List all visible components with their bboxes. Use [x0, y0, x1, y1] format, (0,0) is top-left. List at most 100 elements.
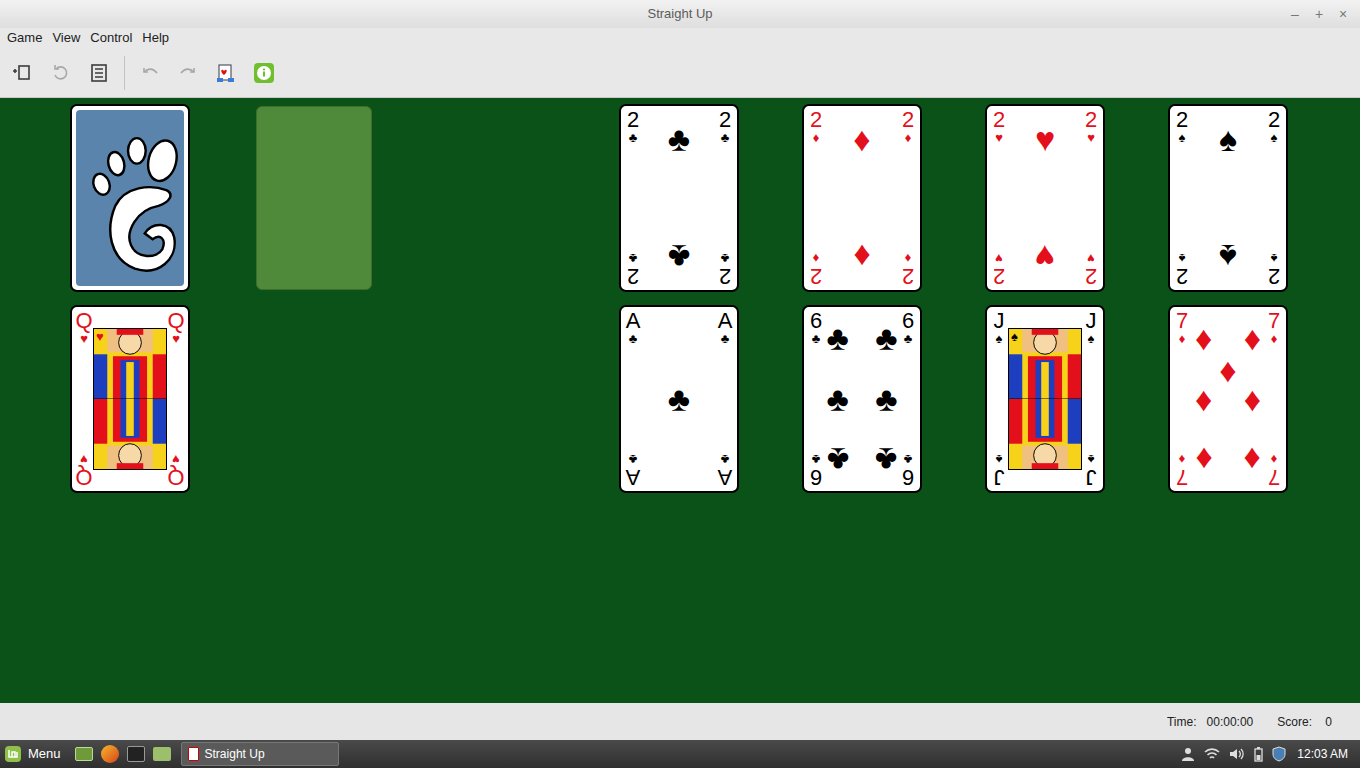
- undo-icon: [140, 63, 160, 83]
- app-card-icon: [188, 747, 199, 761]
- waste-slot[interactable]: [256, 106, 372, 290]
- card-corner: 6♣: [899, 310, 917, 346]
- toolbar-separator: [124, 56, 125, 90]
- card-pip: ♣: [826, 443, 848, 477]
- card-corner: 7♦: [1173, 452, 1191, 488]
- card[interactable]: J♠J♠J♠J♠♠: [985, 305, 1105, 493]
- toolbar-button[interactable]: [207, 54, 245, 92]
- show-desktop-icon[interactable]: [75, 747, 93, 761]
- window-controls: –+ ×: [1288, 0, 1350, 28]
- card-corner: 2♠: [1173, 109, 1191, 145]
- shield-icon[interactable]: [1272, 746, 1286, 762]
- user-icon[interactable]: [1181, 747, 1195, 761]
- redo-icon: [178, 63, 198, 83]
- card-corner: 2♦: [899, 251, 917, 287]
- toolbar-button[interactable]: [245, 54, 283, 92]
- card-pip: ♦: [853, 240, 870, 274]
- status-bar: Time: 00:00:00 Score: 0: [0, 703, 1360, 740]
- card[interactable]: 2♣2♣2♣2♣♣♣: [619, 104, 739, 292]
- card-corner: A♣: [624, 452, 642, 488]
- card[interactable]: A♣ A♣ A♣ A♣ ♣: [619, 305, 739, 493]
- card-corner: 2♣: [716, 109, 734, 145]
- toolbar-button[interactable]: [42, 54, 80, 92]
- card-corner: 6♣: [899, 452, 917, 488]
- card-corner: 2♦: [807, 251, 825, 287]
- volume-icon[interactable]: [1229, 747, 1245, 761]
- terminal-icon[interactable]: [127, 746, 145, 762]
- card-corner: Q♥: [75, 310, 93, 346]
- card-pip: ♣: [668, 382, 690, 416]
- card-pip: ♣: [875, 443, 897, 477]
- card-pip: ♦: [853, 122, 870, 156]
- card[interactable]: 2♥2♥2♥2♥♥♥: [985, 104, 1105, 292]
- toolbar-button[interactable]: [131, 54, 169, 92]
- battery-icon[interactable]: [1254, 747, 1263, 762]
- restart-icon: [51, 63, 71, 83]
- firefox-icon[interactable]: [101, 745, 119, 763]
- window-title: Straight Up: [647, 4, 712, 24]
- card-pip: ♦: [1195, 443, 1212, 477]
- time-display: Time: 00:00:00: [1167, 713, 1253, 731]
- card[interactable]: 2♠2♠2♠2♠♠♠: [1168, 104, 1288, 292]
- card-corner: 2♣: [624, 251, 642, 287]
- window-control-button[interactable]: +: [1312, 4, 1326, 25]
- card-corner: A♣: [716, 310, 734, 346]
- card-pip: ♦: [1219, 353, 1236, 387]
- start-menu-button[interactable]: Menu: [4, 744, 69, 764]
- card-corner: 7♦: [1265, 452, 1283, 488]
- card-pip: ♦: [1244, 321, 1261, 355]
- court-figure: ♥: [93, 328, 167, 470]
- wifi-icon[interactable]: [1204, 747, 1220, 761]
- card-corner: 7♦: [1173, 310, 1191, 346]
- card-corner: J♠: [990, 310, 1008, 346]
- card-pip: ♣: [826, 382, 848, 416]
- card-corner: Q♥: [167, 452, 185, 488]
- card-corner: Q♥: [167, 310, 185, 346]
- menu-item[interactable]: View: [47, 28, 85, 48]
- card-pip: ♥: [1035, 122, 1055, 156]
- card-corner: 2♥: [990, 251, 1008, 287]
- menu-item[interactable]: Control: [85, 28, 137, 48]
- taskbar: Menu Straight Up 12:03 AM: [0, 740, 1360, 768]
- card-pip: ♦: [1195, 382, 1212, 416]
- card-corner: A♣: [716, 452, 734, 488]
- card-corner: 2♦: [807, 109, 825, 145]
- score-display: Score: 0: [1277, 713, 1332, 731]
- court-figure-icon: [1009, 329, 1081, 469]
- menu-item[interactable]: Help: [137, 28, 174, 48]
- deal-cards-icon: [216, 63, 236, 83]
- card[interactable]: 2♦ 2♦ 2♦ 2♦ ♦ ♦: [802, 104, 922, 292]
- window-control-button[interactable]: –: [1288, 4, 1302, 25]
- card-pip: ♣: [875, 321, 897, 355]
- clock[interactable]: 12:03 AM: [1297, 745, 1348, 763]
- card-corner: 2♣: [624, 109, 642, 145]
- toolbar-button[interactable]: [169, 54, 207, 92]
- card[interactable]: 6♣6♣6♣6♣♣♣♣♣♣♣: [802, 305, 922, 493]
- gnome-foot-icon: [76, 110, 184, 286]
- menu-item[interactable]: Game: [2, 28, 47, 48]
- card-corner: A♣: [624, 310, 642, 346]
- card-pip: ♣: [668, 240, 690, 274]
- stock-pile[interactable]: [70, 104, 190, 292]
- card-corner: 6♣: [807, 310, 825, 346]
- toolbar-button[interactable]: [80, 54, 118, 92]
- card-pip: ♣: [826, 321, 848, 355]
- toolbar: [0, 48, 1360, 98]
- card-pip: ♠: [1219, 240, 1237, 274]
- card-corner: J♠: [1082, 310, 1100, 346]
- card-corner: 7♦: [1265, 310, 1283, 346]
- taskbar-window-button[interactable]: Straight Up: [181, 742, 339, 766]
- card[interactable]: Q♥Q♥Q♥Q♥♥: [70, 305, 190, 493]
- toolbar-button[interactable]: [4, 54, 42, 92]
- card-corner: 2♣: [716, 251, 734, 287]
- card-corner: 2♦: [899, 109, 917, 145]
- court-figure: ♠: [1008, 328, 1082, 470]
- mint-logo-icon: [4, 745, 22, 763]
- menu-bar: GameViewControlHelp: [0, 28, 1360, 48]
- card-corner: 2♥: [1082, 109, 1100, 145]
- files-icon[interactable]: [153, 747, 171, 761]
- window-control-button[interactable]: ×: [1336, 4, 1350, 25]
- court-suit: ♠: [1011, 330, 1018, 343]
- hint-icon: [253, 62, 275, 84]
- card[interactable]: 7♦7♦7♦7♦♦♦♦♦♦♦♦: [1168, 305, 1288, 493]
